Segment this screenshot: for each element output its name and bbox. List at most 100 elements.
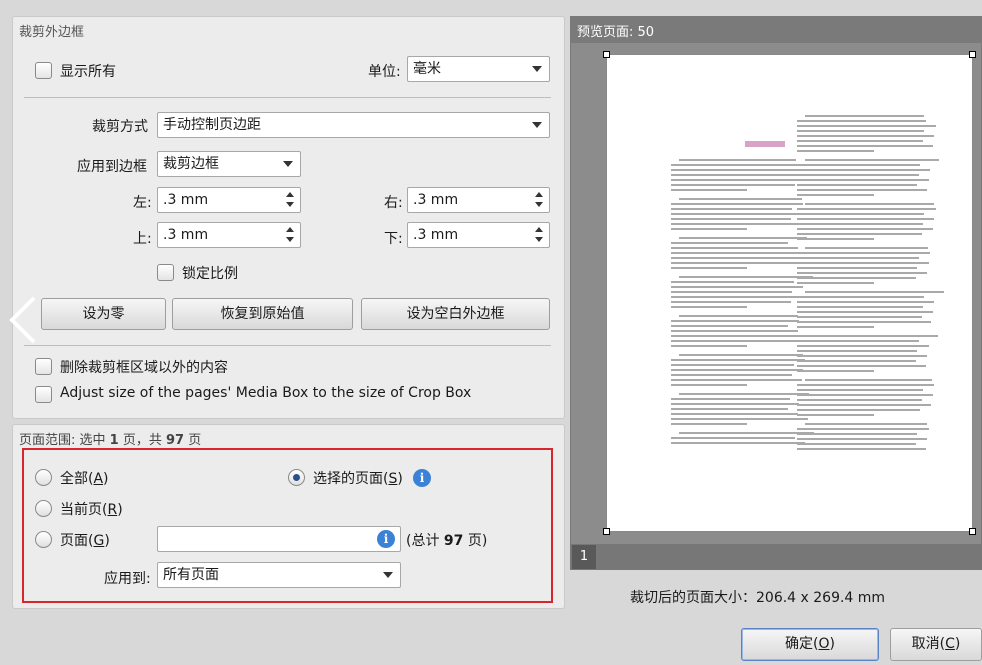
preview-text-line <box>671 340 797 342</box>
preview-text-line <box>805 159 940 161</box>
unit-select[interactable]: 毫米 <box>407 56 550 82</box>
spin-up-icon[interactable] <box>535 227 543 232</box>
crop-handle-top-right[interactable] <box>969 51 976 58</box>
spin-down-icon[interactable] <box>535 237 543 242</box>
preview-text-line <box>797 257 919 259</box>
preview-title: 预览页面: 50 <box>577 25 655 40</box>
preview-text-line <box>671 281 794 283</box>
lock-ratio-checkbox[interactable] <box>157 264 174 281</box>
page-range-title-suffix: 页 <box>184 433 202 448</box>
preview-text-line <box>797 174 919 176</box>
preview-text-line <box>679 198 802 200</box>
preview-text-line <box>671 242 789 244</box>
preview-text-line <box>671 413 798 415</box>
radio-current-page[interactable] <box>35 500 52 517</box>
set-zero-button[interactable]: 设为零 <box>41 298 166 330</box>
preview-column-right <box>797 115 944 495</box>
preview-page-tab[interactable]: 1 <box>572 545 596 569</box>
preview-text-line <box>797 350 918 352</box>
preview-text-line <box>797 125 936 127</box>
top-margin-stepper[interactable]: .3 mm <box>157 222 301 248</box>
preview-text-line <box>797 140 923 142</box>
adjust-media-box-label: Adjust size of the pages' Media Box to t… <box>60 385 472 401</box>
adjust-media-box-checkbox[interactable] <box>35 386 52 403</box>
preview-heading-mark <box>745 141 785 147</box>
radio-selected-pages-key: S <box>388 471 398 487</box>
preview-text-line <box>805 203 934 205</box>
ok-button[interactable]: 确定(O) <box>741 628 879 661</box>
spin-down-icon[interactable] <box>286 237 294 242</box>
bottom-margin-stepper[interactable]: .3 mm <box>407 222 550 248</box>
spin-up-icon[interactable] <box>535 192 543 197</box>
preview-text-line <box>671 257 797 259</box>
spin-down-icon[interactable] <box>535 202 543 207</box>
preview-text-line <box>797 448 926 450</box>
preview-text-line <box>671 306 747 308</box>
preview-text-line <box>671 184 796 186</box>
crop-divider-bottom <box>24 345 551 346</box>
radio-pages-text: 页面 <box>60 533 88 549</box>
right-margin-value: .3 mm <box>413 192 459 208</box>
crop-handle-bottom-left[interactable] <box>603 528 610 535</box>
left-margin-value: .3 mm <box>163 192 209 208</box>
preview-text-line <box>671 418 808 420</box>
preview-text-line <box>679 432 815 434</box>
preview-text-line <box>671 164 798 166</box>
preview-text-line <box>671 384 747 386</box>
preview-text-line <box>797 145 933 147</box>
spin-down-icon[interactable] <box>286 202 294 207</box>
spin-up-icon[interactable] <box>286 192 294 197</box>
preview-text-line <box>797 267 918 269</box>
preview-text-line <box>797 316 922 318</box>
cancel-button[interactable]: 取消(C) <box>890 628 982 661</box>
restore-original-button[interactable]: 恢复到原始值 <box>172 298 353 330</box>
radio-pages[interactable] <box>35 531 52 548</box>
lock-ratio-label: 锁定比例 <box>182 266 238 282</box>
preview-text-line <box>671 359 805 361</box>
crop-handle-top-left[interactable] <box>603 51 610 58</box>
preview-text-line <box>797 326 874 328</box>
chevron-left-icon[interactable] <box>8 296 38 344</box>
spin-up-icon[interactable] <box>286 227 294 232</box>
preview-column-left <box>671 159 815 489</box>
cropped-page-size: 裁切后的页面大小：206.4 x 269.4 mm <box>630 590 886 606</box>
pages-input[interactable] <box>157 526 401 552</box>
radio-selected-pages[interactable] <box>288 469 305 486</box>
preview-text-line <box>671 174 797 176</box>
preview-text-line <box>805 247 929 249</box>
preview-text-line <box>797 360 916 362</box>
preview-text-line <box>671 291 793 293</box>
apply-to-select[interactable]: 所有页面 <box>157 562 401 588</box>
info-icon[interactable]: i <box>377 530 395 548</box>
info-icon[interactable]: i <box>413 469 431 487</box>
preview-text-line <box>797 443 916 445</box>
preview-text-line <box>797 150 874 152</box>
crop-mode-select[interactable]: 手动控制页边距 <box>157 112 550 138</box>
delete-outside-checkbox[interactable] <box>35 358 52 375</box>
apply-to-box-select-value: 裁剪边框 <box>163 156 219 172</box>
preview-text-line <box>797 311 933 313</box>
preview-text-line <box>797 296 925 298</box>
preview-text-line <box>797 223 923 225</box>
radio-pages-key: G <box>93 533 105 549</box>
preview-text-line <box>671 262 807 264</box>
chevron-down-icon <box>532 122 542 128</box>
show-all-checkbox[interactable] <box>35 62 52 79</box>
preview-text-line <box>805 423 927 425</box>
preview-text-line <box>671 301 792 303</box>
preview-text-line <box>797 404 932 406</box>
radio-selected-pages-text: 选择的页面 <box>313 471 383 487</box>
bottom-margin-label: 下: <box>384 231 403 247</box>
delete-outside-label: 删除裁剪框区域以外的内容 <box>60 360 228 376</box>
preview-text-line <box>797 130 925 132</box>
crop-handle-bottom-right[interactable] <box>969 528 976 535</box>
set-blank-margin-button[interactable]: 设为空白外边框 <box>361 298 550 330</box>
preview-text-line <box>797 135 935 137</box>
left-margin-stepper[interactable]: .3 mm <box>157 187 301 213</box>
preview-text-line <box>671 169 808 171</box>
radio-all[interactable] <box>35 469 52 486</box>
unit-select-value: 毫米 <box>413 61 441 77</box>
page-range-total-count: 97 <box>165 433 185 448</box>
apply-to-box-select[interactable]: 裁剪边框 <box>157 151 301 177</box>
right-margin-stepper[interactable]: .3 mm <box>407 187 550 213</box>
